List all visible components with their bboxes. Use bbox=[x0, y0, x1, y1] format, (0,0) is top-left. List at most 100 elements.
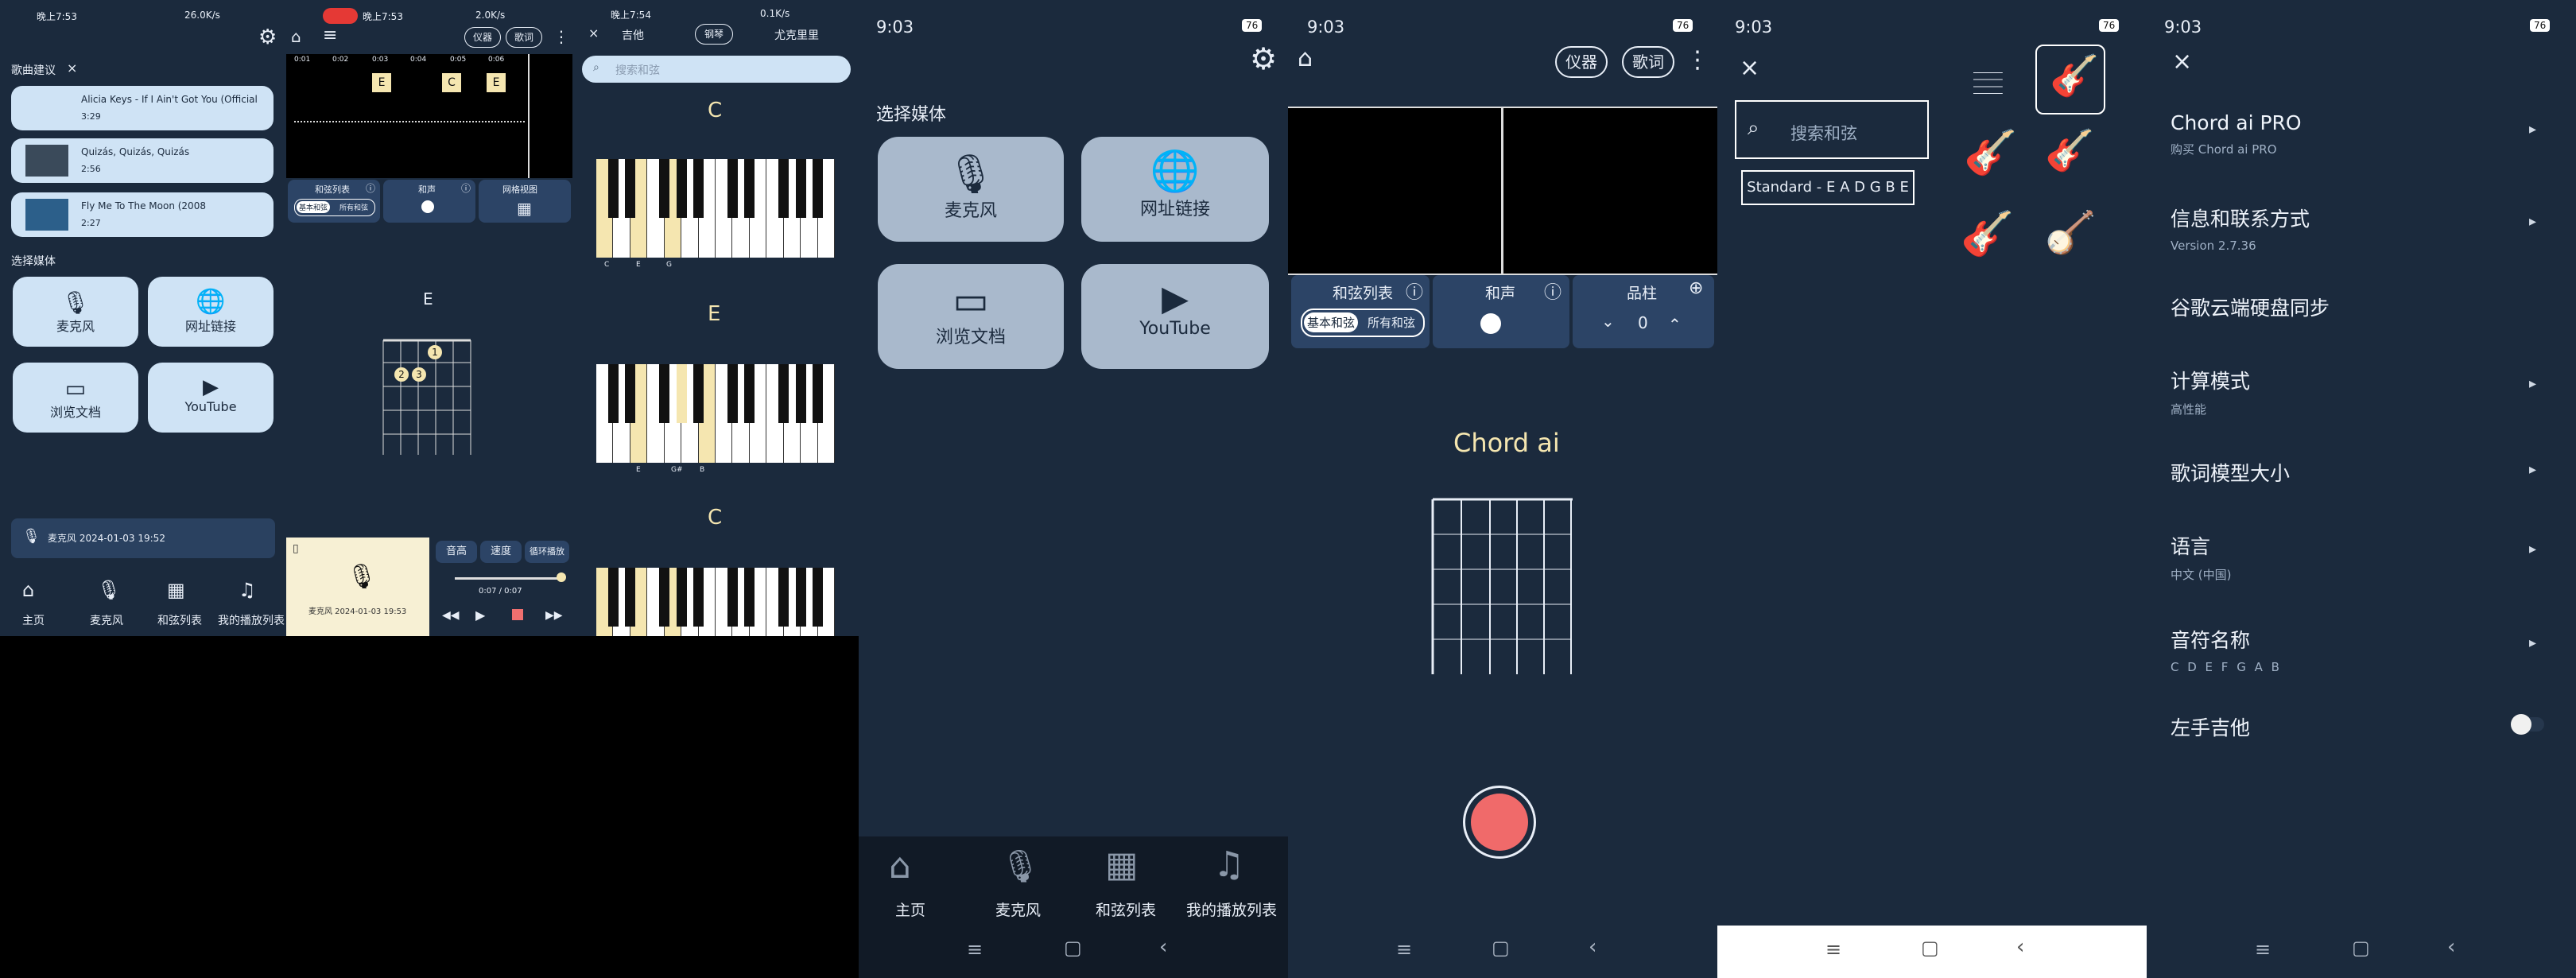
progress-thumb[interactable] bbox=[557, 572, 566, 582]
youtube-tile[interactable]: ▶ YouTube bbox=[148, 363, 274, 433]
info-icon[interactable]: ⓘ bbox=[366, 181, 375, 195]
back-nav-icon[interactable]: ‹ bbox=[2016, 935, 2024, 959]
progress-bar[interactable] bbox=[455, 577, 560, 580]
rewind-icon[interactable]: ◀◀ bbox=[442, 609, 460, 622]
browse-tile[interactable]: ▭ 浏览文档 bbox=[878, 264, 1064, 369]
song-card[interactable]: Alicia Keys - If I Ain't Got You (Offici… bbox=[11, 86, 274, 130]
tab-guitar[interactable]: 吉他 bbox=[622, 27, 644, 43]
home-icon[interactable]: ⌂ bbox=[291, 27, 301, 46]
settings-icon[interactable]: ⚙ bbox=[1250, 41, 1277, 76]
tab-piano[interactable]: 钢琴 bbox=[695, 24, 733, 45]
chord-segment[interactable]: 基本和弦 所有和弦 bbox=[1301, 309, 1425, 337]
setting-pro[interactable]: Chord ai PRO 购买 Chord ai PRO ▸ bbox=[2171, 111, 2552, 157]
search-input[interactable]: ⌕ 搜索和弦 bbox=[582, 56, 851, 83]
playlist-add-icon[interactable]: ≡ bbox=[323, 25, 337, 45]
more-icon[interactable]: ⋮ bbox=[553, 27, 569, 46]
menu-nav-icon[interactable]: ≡ bbox=[1396, 938, 1412, 961]
song-card[interactable]: Fly Me To The Moon (2008 2:27 bbox=[11, 192, 274, 237]
piano-icon[interactable]: 𝄙 bbox=[1973, 59, 2003, 103]
loop-button[interactable]: 循环播放 bbox=[525, 541, 569, 563]
home-nav-icon[interactable]: ▢ bbox=[2352, 937, 2370, 959]
microphone-icon[interactable]: 🎙 bbox=[1000, 848, 1041, 885]
chevron-down-icon[interactable]: ⌄ bbox=[1601, 312, 1615, 331]
waveform-area[interactable] bbox=[1288, 107, 1717, 275]
song-card[interactable]: Quizás, Quizás, Quizás 2:56 bbox=[11, 138, 274, 183]
info-icon[interactable]: ⓘ bbox=[461, 181, 471, 195]
pitch-button[interactable]: 音高 bbox=[436, 541, 477, 563]
setting-drive-sync[interactable]: 谷歌云端硬盘同步 bbox=[2171, 293, 2552, 321]
nav-playlist[interactable]: 我的播放列表 bbox=[216, 612, 286, 628]
nav-playlist[interactable]: 我的播放列表 bbox=[1186, 898, 1277, 920]
harmony-toggle[interactable] bbox=[421, 200, 434, 213]
speed-button[interactable]: 速度 bbox=[480, 541, 522, 563]
waveform-area[interactable]: 0:01 0:02 0:03 0:04 0:05 0:06 E C E bbox=[286, 54, 572, 178]
lyrics-button[interactable]: 歌词 bbox=[506, 27, 542, 48]
nav-chords[interactable]: 和弦列表 bbox=[1096, 898, 1156, 920]
nav-chords[interactable]: 和弦列表 bbox=[148, 612, 211, 628]
instrument-button[interactable]: 仪器 bbox=[464, 27, 501, 48]
seg-all[interactable]: 所有和弦 bbox=[339, 202, 368, 212]
home-nav-icon[interactable]: ▢ bbox=[1492, 937, 1510, 959]
home-nav-icon[interactable]: ▢ bbox=[1064, 937, 1082, 959]
setting-compute-mode[interactable]: 计算模式 高性能 ▸ bbox=[2171, 366, 2552, 417]
more-icon[interactable]: ⋮ bbox=[1686, 46, 1709, 74]
back-nav-icon[interactable]: ‹ bbox=[1589, 935, 1596, 959]
mic-tile[interactable]: 🎙 麦克风 bbox=[878, 137, 1064, 242]
harmony-toggle[interactable] bbox=[1480, 313, 1501, 334]
grid-icon[interactable]: ▦ bbox=[167, 579, 185, 601]
youtube-tile[interactable]: ▶ YouTube bbox=[1081, 264, 1269, 369]
grid-icon[interactable]: ▦ bbox=[517, 199, 532, 218]
delete-icon[interactable]: ▯ bbox=[293, 542, 299, 555]
record-button[interactable] bbox=[1463, 786, 1536, 859]
nav-mic[interactable]: 麦克风 bbox=[995, 898, 1041, 920]
setting-info[interactable]: 信息和联系方式 Version 2.7.36 ▸ bbox=[2171, 204, 2552, 253]
search-input[interactable]: ⌕ 搜索和弦 bbox=[1735, 100, 1929, 159]
back-nav-icon[interactable]: ‹ bbox=[1159, 935, 1167, 959]
menu-nav-icon[interactable]: ≡ bbox=[2255, 938, 2271, 961]
add-icon[interactable]: ⊕ bbox=[1689, 278, 1703, 298]
tuning-chip[interactable]: Standard - E A D G B E bbox=[1741, 170, 1915, 205]
recent-recording[interactable]: 🎙 麦克风 2024-01-03 19:52 bbox=[11, 518, 275, 558]
microphone-icon[interactable]: 🎙 bbox=[97, 579, 121, 601]
seg-all[interactable]: 所有和弦 bbox=[1368, 314, 1415, 331]
info-icon[interactable]: ⓘ bbox=[1406, 278, 1423, 304]
info-icon[interactable]: ⓘ bbox=[1544, 278, 1562, 304]
home-icon[interactable]: ⌂ bbox=[22, 579, 34, 601]
url-tile[interactable]: 🌐 网址链接 bbox=[1081, 137, 1269, 242]
play-icon[interactable]: ▶ bbox=[475, 607, 485, 623]
tab-ukulele[interactable]: 尤克里里 bbox=[774, 27, 819, 43]
playlist-icon[interactable]: ♫ bbox=[239, 579, 256, 601]
mic-tile[interactable]: 🎙 麦克风 bbox=[13, 277, 138, 347]
close-icon[interactable]: × bbox=[1740, 54, 1759, 82]
seg-basic[interactable]: 基本和弦 bbox=[1304, 312, 1359, 332]
lyrics-button[interactable]: 歌词 bbox=[1622, 46, 1674, 78]
banjo-icon[interactable]: 🪕 bbox=[2045, 208, 2097, 257]
nav-home[interactable]: 主页 bbox=[10, 612, 57, 628]
left-hand-toggle[interactable] bbox=[2511, 714, 2544, 735]
nav-mic[interactable]: 麦克风 bbox=[83, 612, 130, 628]
nav-home[interactable]: 主页 bbox=[895, 898, 925, 920]
setting-language[interactable]: 语言 中文 (中国) ▸ bbox=[2171, 531, 2552, 583]
playlist-icon[interactable]: ♫ bbox=[1213, 844, 1244, 885]
classical-guitar-icon[interactable]: 🎸 bbox=[1964, 127, 2017, 178]
chevron-up-icon[interactable]: ⌃ bbox=[1668, 315, 1682, 334]
seg-basic[interactable]: 基本和弦 bbox=[297, 201, 331, 213]
home-icon[interactable]: ⌂ bbox=[889, 846, 911, 887]
url-tile[interactable]: 🌐 网址链接 bbox=[148, 277, 274, 347]
suggest-close-icon[interactable]: × bbox=[67, 60, 77, 76]
home-nav-icon[interactable]: ▢ bbox=[1921, 937, 1939, 959]
home-icon[interactable]: ⌂ bbox=[1298, 45, 1313, 72]
close-icon[interactable]: × bbox=[588, 25, 599, 41]
browse-tile[interactable]: ▭ 浏览文档 bbox=[13, 363, 138, 433]
chord-segment[interactable]: 基本和弦 所有和弦 bbox=[294, 199, 375, 216]
instrument-button[interactable]: 仪器 bbox=[1555, 46, 1608, 78]
forward-icon[interactable]: ▶▶ bbox=[545, 609, 563, 622]
grid-icon[interactable]: ▦ bbox=[1105, 844, 1139, 885]
back-nav-icon[interactable]: ‹ bbox=[2447, 935, 2455, 959]
mandolin-icon[interactable]: 🎸 bbox=[1961, 208, 2014, 259]
menu-nav-icon[interactable]: ≡ bbox=[1825, 938, 1841, 961]
setting-note-names[interactable]: 音符名称 C D E F G A B ▸ bbox=[2171, 625, 2552, 674]
close-icon[interactable]: × bbox=[2172, 48, 2192, 76]
electric-guitar-icon[interactable]: 🎸 bbox=[2045, 127, 2094, 174]
stop-icon[interactable] bbox=[512, 609, 523, 620]
